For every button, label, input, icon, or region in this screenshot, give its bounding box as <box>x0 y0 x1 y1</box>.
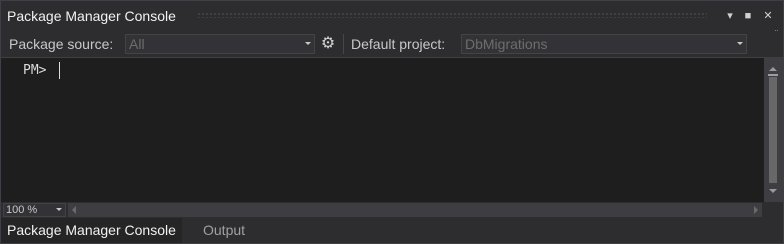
package-source-label: Package source: <box>9 36 114 52</box>
text-caret <box>59 62 60 79</box>
package-manager-console-window: Package Manager Console ▾ ■ ✕ Package so… <box>0 0 784 244</box>
default-project-combobox[interactable]: DbMigrations <box>461 34 747 54</box>
window-position-dropdown-icon[interactable]: ▾ <box>723 9 737 23</box>
package-source-combobox[interactable]: All <box>125 34 315 54</box>
horizontal-scrollbar[interactable] <box>68 203 762 217</box>
window-title: Package Manager Console <box>7 8 176 24</box>
console-prompt: PM> <box>23 63 47 78</box>
settings-gear-icon[interactable]: ⚙ <box>319 34 337 54</box>
scroll-top-marker <box>768 74 778 76</box>
drag-grip[interactable] <box>197 12 707 18</box>
vertical-scrollbar[interactable] <box>764 57 783 202</box>
toolbar-overflow-icon[interactable]: ¨ <box>775 30 781 42</box>
default-project-label: Default project: <box>351 36 446 52</box>
bottom-tab-strip: Package Manager Console Output <box>1 218 783 243</box>
package-source-value: All <box>129 36 145 52</box>
scroll-down-arrow-icon[interactable] <box>769 189 777 193</box>
toolbar-separator <box>343 34 344 54</box>
close-icon[interactable]: ✕ <box>761 9 775 23</box>
vertical-scroll-thumb[interactable] <box>769 77 777 183</box>
chevron-down-icon <box>737 42 743 45</box>
chevron-down-icon <box>305 42 311 45</box>
default-project-value: DbMigrations <box>465 36 548 52</box>
zoom-row: 100 % <box>1 202 783 218</box>
title-bar[interactable]: Package Manager Console ▾ ■ ✕ <box>1 1 783 31</box>
tab-output[interactable]: Output <box>197 218 251 243</box>
maximize-icon[interactable]: ■ <box>741 9 755 23</box>
zoom-combobox[interactable]: 100 % <box>3 203 66 217</box>
zoom-value: 100 % <box>6 204 38 216</box>
tab-package-manager-console[interactable]: Package Manager Console <box>1 218 182 243</box>
scroll-left-arrow-icon[interactable] <box>72 206 76 214</box>
scroll-right-arrow-icon[interactable] <box>754 206 758 214</box>
scroll-up-arrow-icon[interactable] <box>769 67 777 71</box>
toolbar: Package source: All Default project: DbM… <box>1 31 783 57</box>
chevron-down-icon <box>56 208 62 211</box>
console-output-area[interactable]: PM> <box>1 57 764 202</box>
